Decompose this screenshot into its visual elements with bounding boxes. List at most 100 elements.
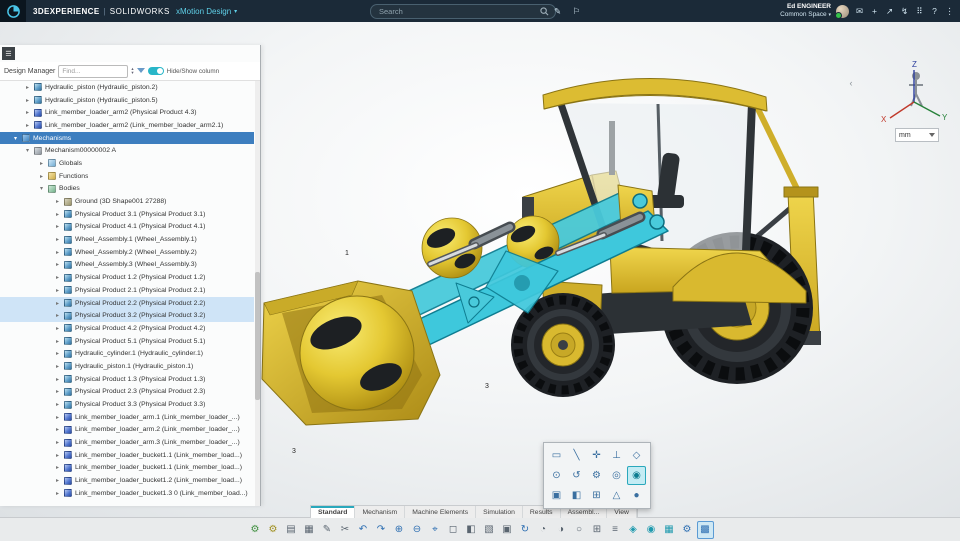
expand-arrow-icon[interactable]: ▾ — [40, 185, 47, 192]
expand-arrow-icon[interactable]: ▸ — [56, 198, 63, 205]
expand-arrow-icon[interactable]: ▾ — [14, 135, 21, 142]
undo-button[interactable]: ↶ — [355, 521, 372, 539]
expand-arrow-icon[interactable]: ▸ — [56, 236, 63, 243]
pencil-icon[interactable]: ✎ — [550, 0, 565, 22]
tree-item[interactable]: ▸ Link_member_loader_bucket1.1 (Link_mem… — [0, 449, 254, 462]
add-icon[interactable]: + — [867, 0, 882, 22]
tree-item[interactable]: ▸ Wheel_Assembly.1 (Wheel_Assembly.1) — [0, 233, 254, 246]
expand-arrow-icon[interactable]: ▸ — [56, 261, 63, 268]
save-button[interactable]: ▤ — [283, 521, 300, 539]
expand-arrow-icon[interactable]: ▸ — [26, 97, 33, 104]
expand-arrow-icon[interactable]: ▸ — [56, 414, 63, 421]
expand-arrow-icon[interactable]: ▸ — [56, 464, 63, 471]
find-prev-next-icon[interactable]: ▴ ▾ — [131, 67, 133, 75]
expand-arrow-icon[interactable]: ▸ — [40, 160, 47, 167]
expand-arrow-icon[interactable]: ▸ — [40, 173, 47, 180]
tree-item[interactable]: ▸ Physical Product 1.2 (Physical Product… — [0, 271, 254, 284]
3ds-compass-logo[interactable] — [0, 0, 26, 22]
tree-item[interactable]: ▸ Physical Product 3.3 (Physical Product… — [0, 398, 254, 411]
more-icon[interactable]: ⋮ — [942, 0, 957, 22]
grid-display-button[interactable]: ▦ — [661, 521, 678, 539]
rotate-view-button[interactable]: ↻ — [517, 521, 534, 539]
tree-item[interactable]: ▸ Physical Product 5.1 (Physical Product… — [0, 335, 254, 348]
palette-tool-rigid[interactable]: ▭ — [547, 446, 566, 465]
palette-tool-linear[interactable]: ╲ — [567, 446, 586, 465]
list-view-button[interactable]: ≡ — [607, 521, 624, 539]
tree-item[interactable]: ▸ Ground (3D Shape001 27288) — [0, 195, 254, 208]
expand-arrow-icon[interactable]: ▸ — [56, 439, 63, 446]
expand-arrow-icon[interactable]: ▸ — [56, 287, 63, 294]
share-icon[interactable]: ↗ — [882, 0, 897, 22]
tree-item[interactable]: ▸ Physical Product 4.2 (Physical Product… — [0, 322, 254, 335]
shaded-edges-button[interactable]: ◑ — [553, 521, 570, 539]
expand-arrow-icon[interactable]: ▾ — [26, 147, 33, 154]
table-button[interactable]: ▦ — [301, 521, 318, 539]
tree-item[interactable]: ▸ Hydraulic_piston (Hydraulic_piston.5) — [0, 94, 254, 107]
bottom-tab[interactable]: Mechanism — [355, 506, 406, 518]
palette-tool-revolute[interactable]: ⊙ — [547, 466, 566, 485]
tree-item[interactable]: ▸ Link_member_loader_arm.1 (Link_member_… — [0, 411, 254, 424]
expand-arrow-icon[interactable]: ▸ — [56, 363, 63, 370]
expand-arrow-icon[interactable]: ▸ — [56, 376, 63, 383]
tree-item[interactable]: ▸ Physical Product 1.3 (Physical Product… — [0, 373, 254, 386]
expand-arrow-icon[interactable]: ▸ — [56, 477, 63, 484]
palette-tool-grid[interactable]: ⊞ — [587, 486, 606, 505]
settings-button[interactable]: ⚙ — [247, 521, 264, 539]
palette-tool-gear[interactable]: ⚙ — [587, 466, 606, 485]
expand-arrow-icon[interactable]: ▸ — [26, 84, 33, 91]
tree-item[interactable]: ▸ Hydraulic_piston.1 (Hydraulic_piston.1… — [0, 360, 254, 373]
column-toggle[interactable] — [147, 67, 164, 75]
expand-arrow-icon[interactable]: ▸ — [26, 122, 33, 129]
palette-tool-cross[interactable]: ✛ — [587, 446, 606, 465]
tree-item[interactable]: ▸ Physical Product 4.1 (Physical Product… — [0, 221, 254, 234]
render-button[interactable]: ◈ — [625, 521, 642, 539]
chat-icon[interactable]: ✉ — [852, 0, 867, 22]
apps-grid-icon[interactable]: ⠿ — [912, 0, 927, 22]
palette-tool-body[interactable]: ▣ — [547, 486, 566, 505]
tree-item[interactable]: ▸ Link_member_loader_arm2 (Physical Prod… — [0, 106, 254, 119]
global-search[interactable] — [370, 4, 556, 19]
tree-item[interactable]: ▸ Physical Product 3.2 (Physical Product… — [0, 309, 254, 323]
view-left-button[interactable]: ◧ — [463, 521, 480, 539]
expand-arrow-icon[interactable]: ▸ — [56, 274, 63, 281]
tree-item[interactable]: ▸ Hydraulic_cylinder.1 (Hydraulic_cylind… — [0, 347, 254, 360]
tree-item[interactable]: ▸ Physical Product 2.2 (Physical Product… — [0, 296, 254, 310]
cut-button[interactable]: ✂ — [337, 521, 354, 539]
tree-item[interactable]: ▾ Mechanism00000002 A — [0, 144, 254, 157]
expand-arrow-icon[interactable]: ▸ — [56, 223, 63, 230]
palette-tool-point[interactable]: ● — [627, 486, 646, 505]
center-view-button[interactable]: ⌖ — [427, 521, 444, 539]
expand-arrow-icon[interactable]: ▸ — [56, 426, 63, 433]
search-input[interactable] — [377, 6, 536, 17]
expand-arrow-icon[interactable]: ▸ — [56, 249, 63, 256]
user-info[interactable]: Ed ENGINEER Common Space ▾ — [780, 3, 831, 19]
expand-arrow-icon[interactable]: ▸ — [56, 211, 63, 218]
zoom-out-button[interactable]: ⊖ — [409, 521, 426, 539]
tag-icon[interactable]: ⚐ — [569, 0, 584, 22]
tree-scrollbar[interactable] — [255, 81, 260, 506]
palette-tool-perpendicular[interactable]: ⊥ — [607, 446, 626, 465]
zoom-in-button[interactable]: ⊕ — [391, 521, 408, 539]
expand-arrow-icon[interactable]: ▸ — [56, 401, 63, 408]
edit-button[interactable]: ✎ — [319, 521, 336, 539]
tree-item[interactable]: ▸ Wheel_Assembly.3 (Wheel_Assembly.3) — [0, 259, 254, 272]
units-selector[interactable]: mm — [895, 128, 939, 142]
app-menu[interactable]: xMotion Design ▾ — [176, 0, 237, 22]
orientation-triad[interactable]: Z X Y — [876, 58, 952, 134]
view-front-button[interactable]: ▣ — [499, 521, 516, 539]
fit-view-button[interactable]: ◻ — [445, 521, 462, 539]
tree-item[interactable]: ▸ Link_member_loader_bucket1.3 0 (Link_m… — [0, 487, 254, 500]
bottom-tab[interactable]: Simulation — [476, 506, 523, 518]
sim-settings-button[interactable]: ⚙ — [679, 521, 696, 539]
section-button[interactable]: ▩ — [696, 520, 714, 539]
tree-item[interactable]: ▾ Bodies — [0, 183, 254, 196]
tree-item[interactable]: ▸ Physical Product 2.3 (Physical Product… — [0, 386, 254, 399]
expand-arrow-icon[interactable]: ▸ — [56, 452, 63, 459]
tree-item[interactable]: ▸ Physical Product 2.1 (Physical Product… — [0, 284, 254, 297]
tree-item[interactable]: ▸ Link_member_loader_arm.2 (Link_member_… — [0, 424, 254, 437]
expand-arrow-icon[interactable]: ▸ — [56, 300, 63, 307]
tree-item[interactable]: ▸ Link_member_loader_bucket1.2 (Link_mem… — [0, 474, 254, 487]
tree-item[interactable]: ▸ Physical Product 3.1 (Physical Product… — [0, 208, 254, 221]
tree-item[interactable]: ▸ Wheel_Assembly.2 (Wheel_Assembly.2) — [0, 246, 254, 259]
collapse-panel-button[interactable]: ‹ — [846, 76, 856, 90]
